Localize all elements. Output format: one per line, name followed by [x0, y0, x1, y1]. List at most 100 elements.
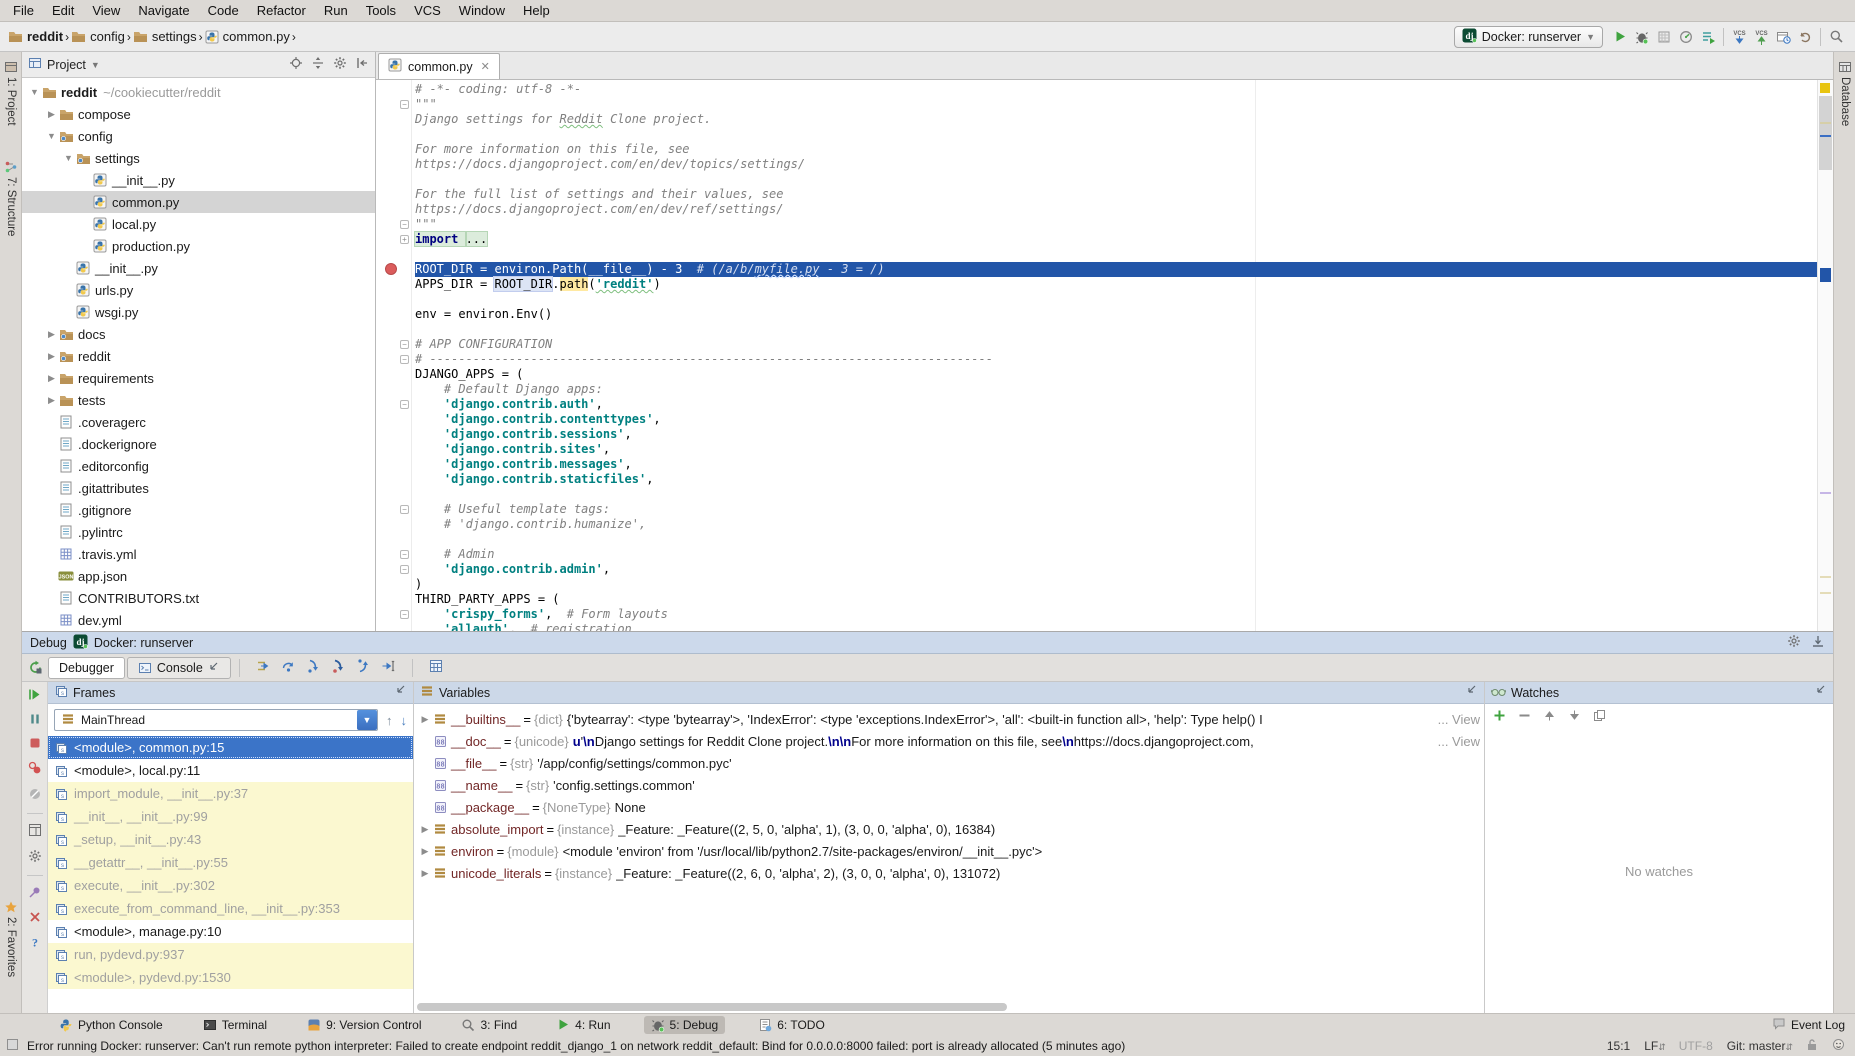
chevron-right-icon[interactable]: ▶ — [45, 395, 58, 406]
tree-item-wsgi-py[interactable]: wsgi.py — [22, 301, 375, 323]
tool-strip-tab-2-favorites[interactable]: 2: Favorites — [0, 900, 22, 977]
tree-item-config[interactable]: ▼config — [22, 125, 375, 147]
error-stripe-mark[interactable] — [1820, 492, 1831, 494]
coverage-icon[interactable] — [1653, 26, 1675, 48]
step-over-icon[interactable] — [281, 659, 296, 676]
chevron-down-icon[interactable]: ▼ — [45, 131, 58, 141]
tree-item-local-py[interactable]: local.py — [22, 213, 375, 235]
breadcrumb-item-settings[interactable]: settings — [133, 29, 197, 44]
toolwindow-tab-terminal[interactable]: Terminal — [196, 1016, 274, 1034]
settings-gear-icon[interactable] — [28, 849, 42, 866]
fold-collapse-icon[interactable]: − — [400, 355, 409, 364]
frame-row[interactable]: sexecute_from_command_line, __init__.py:… — [48, 897, 413, 920]
restore-layout-icon[interactable] — [28, 823, 42, 840]
fold-expand-icon[interactable]: + — [400, 235, 409, 244]
frame-row[interactable]: srun, pydevd.py:937 — [48, 943, 413, 966]
breadcrumb-item-config[interactable]: config — [71, 29, 125, 44]
editor-scrollbar[interactable] — [1817, 80, 1833, 631]
tree-item-app-json[interactable]: JSONapp.json — [22, 565, 375, 587]
mute-breakpoints-icon[interactable] — [28, 787, 42, 804]
toolwindow-tab-6-todo[interactable]: 6: TODO — [751, 1016, 832, 1034]
fold-collapse-icon[interactable]: − — [400, 550, 409, 559]
toolwindow-tab-3-find[interactable]: 3: Find — [454, 1016, 524, 1034]
gear-icon[interactable] — [1787, 634, 1801, 651]
frame-row[interactable]: s<module>, pydevd.py:1530 — [48, 966, 413, 989]
tree-item--gitattributes[interactable]: .gitattributes — [22, 477, 375, 499]
vcs-update-icon[interactable]: VCS — [1728, 26, 1750, 48]
variable-row[interactable]: ▶environ={module}<module 'environ' from … — [414, 840, 1484, 862]
toolwindow-tab-9-version-control[interactable]: 9: Version Control — [300, 1016, 428, 1034]
next-frame-icon[interactable]: ↓ — [401, 713, 408, 728]
horizontal-scrollbar[interactable] — [417, 1003, 1007, 1011]
editor-tab-common-py[interactable]: common.py ✕ — [378, 53, 500, 79]
encoding-widget[interactable]: UTF-8 — [1679, 1039, 1713, 1053]
tree-item-urls-py[interactable]: urls.py — [22, 279, 375, 301]
tree-item--dockerignore[interactable]: .dockerignore — [22, 433, 375, 455]
git-branch-widget[interactable]: Git: master⇵ — [1727, 1039, 1792, 1053]
expand-icon[interactable]: ▶ — [418, 868, 432, 879]
run-to-cursor-icon[interactable] — [381, 659, 396, 676]
run-configuration-select[interactable]: dj Docker: runserver ▼ — [1454, 26, 1603, 48]
error-stripe-mark[interactable] — [1820, 576, 1831, 578]
tree-item-settings[interactable]: ▼settings — [22, 147, 375, 169]
tool-strip-tab-1-project[interactable]: 1: Project — [0, 60, 22, 126]
code-area[interactable]: # -*- coding: utf-8 -*-"""Django setting… — [412, 80, 1833, 631]
chevron-down-icon[interactable]: ▼ — [357, 710, 377, 730]
menu-code[interactable]: Code — [199, 0, 248, 21]
tree-item-contributors-txt[interactable]: CONTRIBUTORS.txt — [22, 587, 375, 609]
thread-selector[interactable]: MainThread ▼ — [54, 709, 378, 731]
pause-icon[interactable] — [29, 713, 41, 728]
error-stripe-mark[interactable] — [1820, 592, 1831, 594]
hector-icon[interactable] — [1832, 1038, 1845, 1054]
tree-item--gitignore[interactable]: .gitignore — [22, 499, 375, 521]
fold-collapse-icon[interactable]: − — [400, 565, 409, 574]
profiler-icon[interactable] — [1675, 26, 1697, 48]
menu-vcs[interactable]: VCS — [405, 0, 450, 21]
force-step-into-icon[interactable] — [331, 659, 346, 676]
tree-item-reddit[interactable]: ▶reddit — [22, 345, 375, 367]
tab-console[interactable]: Console — [127, 657, 231, 679]
chevron-right-icon[interactable]: ▶ — [45, 329, 58, 340]
tree-item-requirements[interactable]: ▶requirements — [22, 367, 375, 389]
toolwindow-tab-4-run[interactable]: 4: Run — [550, 1016, 617, 1034]
variable-row[interactable]: ▶absolute_import={instance}_Feature: _Fe… — [414, 818, 1484, 840]
fold-collapse-icon[interactable]: − — [400, 400, 409, 409]
view-link[interactable]: ... View — [1434, 712, 1484, 727]
caret-position-widget[interactable]: 15:1 — [1607, 1039, 1630, 1053]
tree-item-tests[interactable]: ▶tests — [22, 389, 375, 411]
hide-panel-down-icon[interactable] — [1811, 634, 1825, 651]
menu-tools[interactable]: Tools — [357, 0, 405, 21]
step-out-icon[interactable] — [356, 659, 371, 676]
changes-icon[interactable] — [1772, 26, 1794, 48]
tool-strip-tab-7-structure[interactable]: 7: Structure — [0, 160, 22, 236]
expand-icon[interactable]: ▶ — [418, 714, 432, 725]
tree-item--coveragerc[interactable]: .coveragerc — [22, 411, 375, 433]
lock-icon[interactable] — [1806, 1038, 1818, 1054]
rerun-button[interactable] — [22, 660, 48, 675]
breadcrumb-item-common.py[interactable]: common.py — [205, 29, 290, 44]
tree-item--travis-yml[interactable]: .travis.yml — [22, 543, 375, 565]
float-window-icon[interactable] — [1815, 685, 1827, 700]
view-link[interactable]: ... View — [1434, 734, 1484, 749]
menu-help[interactable]: Help — [514, 0, 559, 21]
tree-item--pylintrc[interactable]: .pylintrc — [22, 521, 375, 543]
close-icon[interactable]: ✕ — [481, 60, 490, 73]
tree-item-docs[interactable]: ▶docs — [22, 323, 375, 345]
error-stripe-mark[interactable] — [1820, 122, 1831, 124]
event-log-button[interactable]: Event Log — [1772, 1017, 1845, 1033]
hide-panel-icon[interactable] — [355, 56, 369, 73]
frame-row[interactable]: s<module>, manage.py:10 — [48, 920, 413, 943]
fold-collapse-icon[interactable]: − — [400, 610, 409, 619]
add-watch-icon[interactable] — [1493, 709, 1506, 725]
fold-collapse-icon[interactable]: − — [400, 100, 409, 109]
frame-row[interactable]: s<module>, common.py:15 — [48, 736, 413, 759]
chevron-down-icon[interactable]: ▼ — [28, 87, 41, 97]
fold-collapse-icon[interactable]: − — [400, 340, 409, 349]
pin-icon[interactable] — [28, 885, 42, 902]
menu-run[interactable]: Run — [315, 0, 357, 21]
stop-icon[interactable] — [29, 737, 41, 752]
menu-window[interactable]: Window — [450, 0, 514, 21]
expand-icon[interactable]: ▶ — [418, 846, 432, 857]
tab-debugger[interactable]: Debugger — [48, 657, 125, 679]
show-execution-point-icon[interactable] — [256, 659, 271, 676]
